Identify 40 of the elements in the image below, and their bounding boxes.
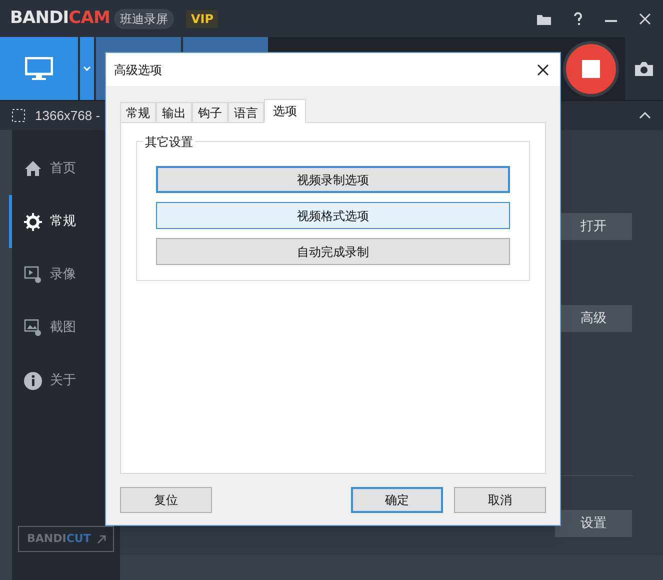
close-icon (639, 12, 651, 24)
option-button[interactable]: 自动完成录制 (156, 238, 510, 265)
image-settings-icon (24, 318, 42, 336)
sidebar-item[interactable]: 首页 (12, 142, 120, 195)
info-icon (24, 372, 42, 390)
dialog-button[interactable]: 复位 (120, 487, 212, 513)
dialog-tab[interactable]: 钩子 (192, 102, 228, 122)
close-icon (537, 64, 549, 76)
monitor-icon (25, 56, 53, 80)
resolution-label: 1366x768 - (35, 106, 100, 125)
main-button[interactable]: 设置 (555, 510, 632, 537)
stop-icon (582, 60, 600, 78)
folder-icon (537, 12, 551, 24)
caret-icon (83, 66, 91, 71)
chevron-up-icon (639, 112, 651, 119)
app-logo: BANDICAM (10, 6, 110, 30)
help-icon (573, 12, 583, 26)
camera-icon (635, 62, 653, 76)
product-badge: 班迪录屏 (114, 8, 174, 28)
minimize-icon (605, 20, 617, 22)
dialog-title: 高级选项 (114, 62, 162, 78)
option-button[interactable]: 视频格式选项 (156, 202, 510, 229)
external-link-icon (96, 534, 106, 544)
video-settings-icon (24, 266, 42, 284)
dialog-button[interactable]: 确定 (351, 487, 443, 513)
settings-icon (24, 212, 42, 230)
sidebar-item[interactable]: 关于 (12, 354, 120, 407)
dialog-tab[interactable]: 输出 (156, 102, 192, 122)
sidebar-item[interactable]: 录像 (12, 248, 120, 301)
group-title: 其它设置 (143, 133, 195, 151)
vip-badge: VIP (186, 10, 218, 28)
dialog-tab[interactable]: 常规 (120, 102, 156, 122)
dialog-tab[interactable]: 选项 (264, 99, 306, 123)
dialog-button[interactable]: 取消 (454, 487, 546, 513)
dialog-tab[interactable]: 语言 (228, 102, 264, 122)
option-button[interactable]: 视频录制选项 (156, 166, 510, 193)
sidebar-item[interactable]: 截图 (12, 301, 120, 354)
home-icon (24, 160, 42, 178)
selection-icon (12, 109, 25, 122)
screen-mode-button[interactable] (0, 37, 78, 100)
